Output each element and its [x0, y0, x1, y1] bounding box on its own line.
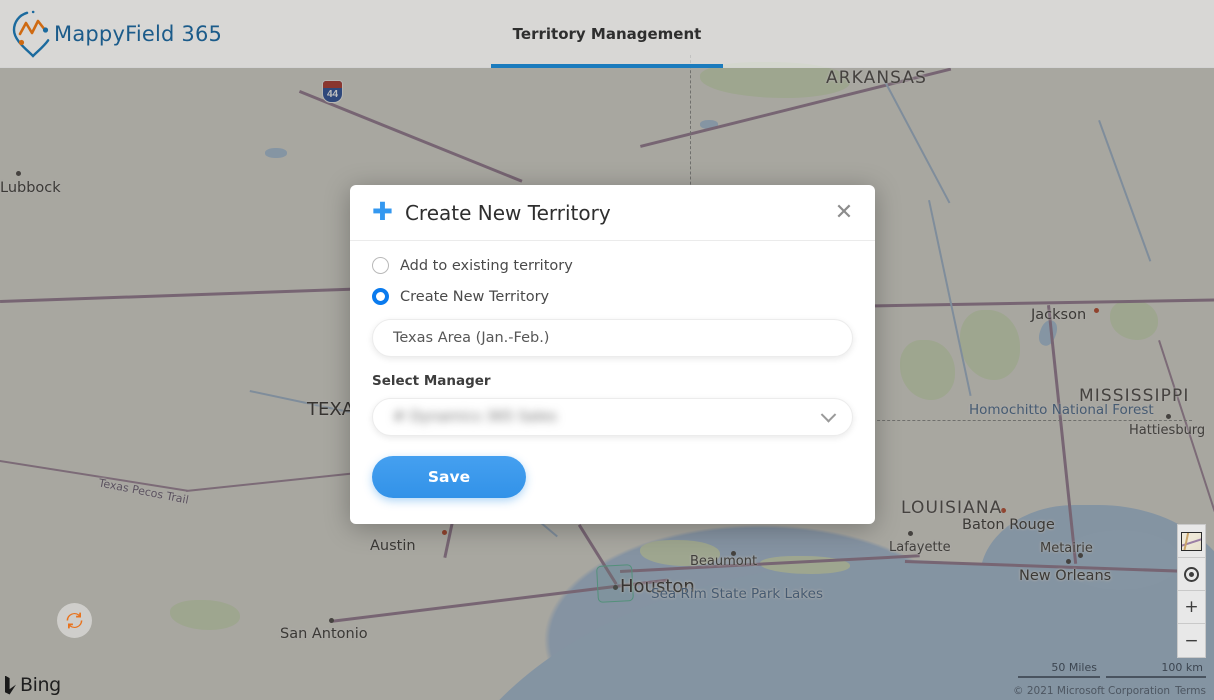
plus-icon: ✚: [372, 197, 393, 226]
select-manager-value: # Dynamics 365 Sales: [393, 409, 557, 425]
map-thumbnail-icon: [1181, 531, 1202, 551]
zoom-out-button[interactable]: −: [1178, 624, 1205, 657]
city-dot: [1066, 559, 1071, 564]
chevron-down-icon: [820, 407, 837, 423]
map-label: Homochitto National Forest: [969, 402, 1154, 418]
map-label: Texas Pecos Trail: [97, 476, 190, 507]
map-label: New Orleans: [1019, 568, 1112, 584]
highway-shield-44: 44: [322, 80, 343, 103]
map-label: Sea Rim State Park Lakes: [651, 586, 823, 602]
refresh-map-button[interactable]: [57, 603, 92, 638]
road: [0, 460, 188, 492]
map-controls[interactable]: + −: [1177, 524, 1206, 658]
city-dot: [16, 171, 21, 176]
city-dot: [1094, 308, 1099, 313]
map-label: Austin: [370, 538, 416, 554]
app-root: 44 ARKANSAS Lubbock Jackson MISSISSIPPI Hatt…: [0, 0, 1214, 700]
terms-link[interactable]: Terms: [1175, 685, 1206, 697]
zoom-in-button[interactable]: +: [1178, 591, 1205, 624]
river: [878, 70, 951, 204]
scale-km-line: [1106, 676, 1206, 678]
bing-label: Bing: [20, 674, 61, 696]
bing-mark-icon: [5, 675, 16, 695]
city-dot: [1166, 414, 1171, 419]
radio-label: Add to existing territory: [400, 257, 573, 274]
modal-body: Add to existing territory Create New Ter…: [350, 241, 875, 524]
refresh-icon: [66, 612, 83, 629]
app-header: MappyField 365 Territory Management: [0, 0, 1214, 68]
city-dot: [908, 531, 913, 536]
map-scale-bar: 50 Miles 100 km: [1018, 661, 1206, 678]
radio-label: Create New Territory: [400, 288, 550, 305]
select-manager-label: Select Manager: [372, 373, 491, 389]
lake: [265, 148, 287, 158]
attribution-text: © 2021 Microsoft Corporation: [1013, 685, 1171, 697]
map-pin-chart-logo-icon: [12, 10, 54, 58]
map-label: Hattiesburg: [1129, 423, 1206, 438]
radio-indicator: [372, 288, 389, 305]
bing-logo[interactable]: Bing: [5, 674, 61, 696]
shield-label: 44: [326, 89, 339, 100]
map-label: Jackson: [1031, 307, 1087, 323]
brand-name: MappyField 365: [54, 21, 223, 46]
minus-icon: −: [1184, 630, 1199, 651]
forest-area: [170, 600, 240, 630]
radio-add-to-existing-territory[interactable]: Add to existing territory: [372, 257, 853, 274]
modal-header: ✚ Create New Territory ✕: [350, 185, 875, 241]
highway: [298, 90, 523, 183]
plus-icon: +: [1184, 597, 1199, 617]
map-label: Lubbock: [0, 180, 61, 196]
save-button[interactable]: Save: [372, 456, 526, 498]
city-dot: [329, 618, 334, 623]
radio-create-new-territory[interactable]: Create New Territory: [372, 288, 853, 305]
state-boundary: [862, 420, 1192, 421]
tab-label: Territory Management: [512, 25, 702, 43]
territory-name-input[interactable]: [372, 319, 853, 357]
city-dot: [442, 530, 447, 535]
tab-territory-management[interactable]: Territory Management: [490, 0, 724, 68]
map-label: Baton Rouge: [962, 517, 1055, 533]
scale-km: 100 km: [1106, 661, 1206, 678]
map-attribution: © 2021 Microsoft Corporation Terms: [1013, 685, 1206, 697]
map-label: Beaumont: [690, 554, 758, 569]
modal-title: Create New Territory: [404, 200, 611, 225]
locate-icon: [1184, 566, 1199, 582]
map-style-thumbnail-button[interactable]: [1178, 525, 1205, 558]
map-label: LOUISIANA: [901, 498, 1003, 518]
road: [186, 470, 376, 492]
select-manager-dropdown[interactable]: # Dynamics 365 Sales: [372, 398, 853, 436]
scale-miles-label: 50 Miles: [1051, 661, 1097, 674]
brand[interactable]: MappyField 365: [10, 9, 222, 59]
scale-km-label: 100 km: [1161, 661, 1203, 674]
create-territory-modal: ✚ Create New Territory ✕ Add to existing…: [350, 185, 875, 524]
map-label: Lafayette: [889, 540, 951, 555]
map-label: ARKANSAS: [826, 68, 927, 88]
scale-miles-line: [1018, 676, 1100, 678]
scale-miles: 50 Miles: [1018, 661, 1100, 678]
river: [1098, 120, 1152, 262]
highway: [840, 298, 1214, 308]
map-label: Metairie: [1040, 541, 1093, 556]
forest-area: [900, 340, 955, 400]
close-icon[interactable]: ✕: [831, 200, 857, 226]
locate-me-button[interactable]: [1178, 558, 1205, 591]
radio-indicator: [372, 257, 389, 274]
map-label: San Antonio: [280, 626, 368, 642]
forest-area: [1110, 300, 1158, 340]
forest-area: [960, 310, 1020, 380]
